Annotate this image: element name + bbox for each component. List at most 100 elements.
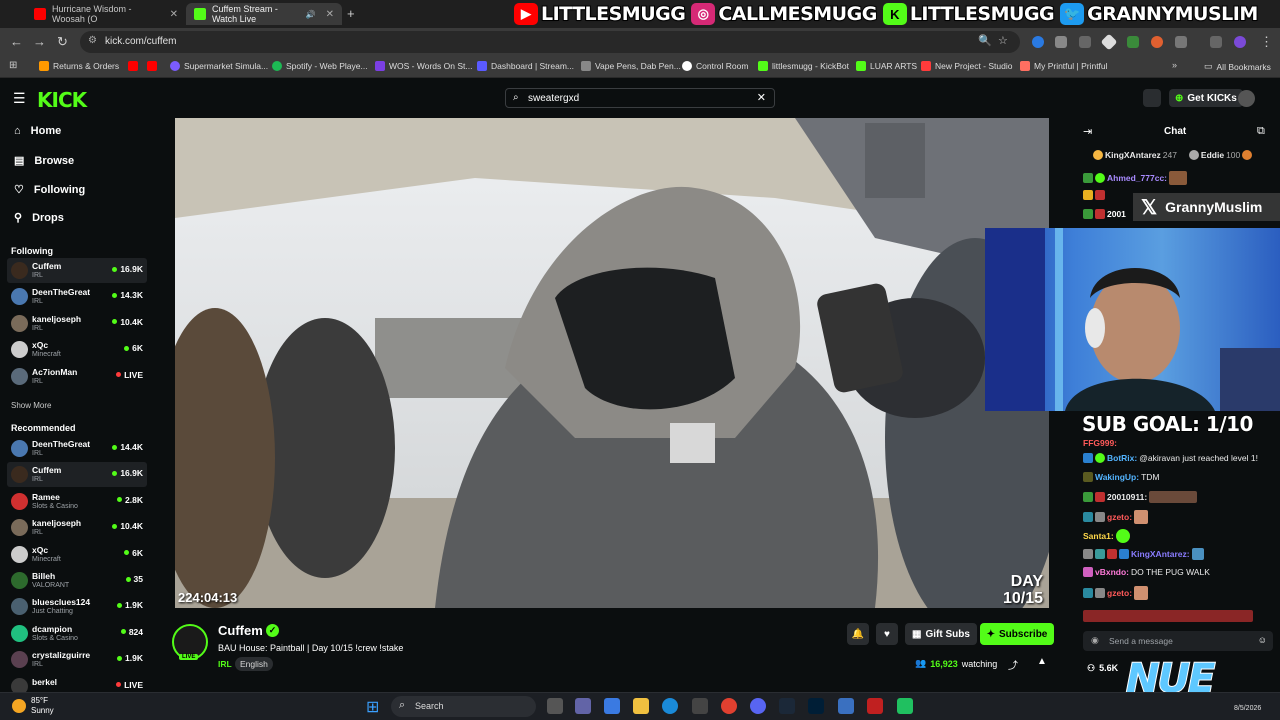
bookmark-item[interactable]: WOS - Words On St... bbox=[375, 61, 472, 71]
new-tab-button[interactable]: + bbox=[347, 6, 355, 21]
chat-username[interactable]: gzeto: bbox=[1107, 588, 1132, 598]
sidebar-channel[interactable]: crystalizguirre IRL 1.9K bbox=[7, 647, 147, 672]
sidebar-channel[interactable]: kaneljoseph IRL 10.4K bbox=[7, 311, 147, 336]
gift-subs-button[interactable]: ▦ Gift Subs bbox=[905, 623, 977, 645]
chat-username[interactable]: WakingUp: bbox=[1095, 472, 1139, 482]
streamer-name[interactable]: Cuffem bbox=[218, 623, 263, 638]
apps-grid-icon[interactable]: ⊞ bbox=[9, 60, 17, 71]
photoshop-icon[interactable] bbox=[808, 698, 824, 714]
forward-icon[interactable]: → bbox=[33, 34, 46, 49]
extension-icon[interactable] bbox=[1151, 36, 1163, 48]
sidebar-channel[interactable]: Cuffem IRL 16.9K bbox=[7, 258, 147, 283]
chrome-icon[interactable] bbox=[721, 698, 737, 714]
kick-logo[interactable]: KICK bbox=[37, 88, 87, 112]
sidebar-channel[interactable]: Ac7ionMan IRL LIVE bbox=[7, 364, 147, 389]
more-bookmarks-icon[interactable]: » bbox=[1172, 60, 1177, 70]
extension-icon[interactable] bbox=[1079, 36, 1091, 48]
browser-menu-icon[interactable]: ⋮ bbox=[1260, 34, 1273, 50]
sidebar-channel[interactable]: Ramee Slots & Casino 2.8K bbox=[7, 489, 147, 514]
sidebar-channel[interactable]: xQc Minecraft 6K bbox=[7, 337, 147, 362]
extension-icon[interactable] bbox=[1055, 36, 1067, 48]
show-more-link[interactable]: Show More bbox=[11, 401, 51, 410]
chat-username[interactable]: FFG999: bbox=[1083, 438, 1117, 448]
chat-username[interactable]: BotRix: bbox=[1107, 453, 1137, 463]
chat-settings-icon[interactable]: ◉ bbox=[1091, 635, 1099, 646]
search-input[interactable]: ⌕ sweatergxd ✕ bbox=[505, 88, 775, 108]
extension-icon[interactable] bbox=[1127, 36, 1139, 48]
sidebar-channel[interactable]: DeenTheGreat IRL 14.3K bbox=[7, 284, 147, 309]
extension-icon[interactable] bbox=[1032, 36, 1044, 48]
nav-home[interactable]: ⌂ Home bbox=[14, 125, 61, 137]
get-kicks-button[interactable]: ⊕ Get KICKs bbox=[1169, 89, 1243, 107]
sidebar-channel[interactable]: dcampion Slots & Casino 824 bbox=[7, 621, 147, 646]
zoom-icon[interactable]: 🔍 bbox=[978, 34, 992, 47]
collapse-chat-icon[interactable]: ⇥ bbox=[1083, 125, 1092, 138]
bookmark-item[interactable]: New Project - Studio bbox=[921, 61, 1012, 71]
all-bookmarks-button[interactable]: ▭ All Bookmarks bbox=[1204, 61, 1271, 72]
site-info-icon[interactable]: ⚙ bbox=[88, 35, 97, 46]
subscribe-button[interactable]: ✦ Subscribe bbox=[980, 623, 1054, 645]
theater-mode-icon[interactable] bbox=[1143, 89, 1161, 107]
bookmark-item[interactable]: LUAR ARTS bbox=[856, 61, 917, 71]
weather-widget[interactable]: 85°F Sunny bbox=[12, 696, 54, 716]
copilot-icon[interactable] bbox=[604, 698, 620, 714]
bookmark-item[interactable]: Spotify - Web Playe... bbox=[272, 61, 368, 71]
bookmark-star-icon[interactable]: ☆ bbox=[998, 34, 1008, 47]
stream-language-tag[interactable]: English bbox=[235, 657, 273, 671]
sidebar-channel[interactable]: DeenTheGreat IRL 14.4K bbox=[7, 436, 147, 461]
sidebar-channel[interactable]: Cuffem IRL 16.9K bbox=[7, 462, 147, 488]
browser-tab-cuffem[interactable]: Cuffem Stream - Watch Live 🔊 ✕ bbox=[186, 3, 342, 25]
video-player[interactable] bbox=[175, 118, 1049, 608]
nav-following[interactable]: ♡ Following bbox=[14, 183, 85, 197]
notification-bell-button[interactable]: 🔔 bbox=[847, 623, 869, 645]
reload-icon[interactable]: ↻ bbox=[57, 34, 68, 50]
steam-icon[interactable] bbox=[779, 698, 795, 714]
nav-drops[interactable]: ⚲ Drops bbox=[14, 211, 64, 225]
hamburger-menu-icon[interactable]: ☰ bbox=[13, 90, 26, 107]
bookmark-item[interactable]: littlesmugg - KickBot bbox=[758, 61, 849, 71]
bookmark-item[interactable]: Supermarket Simula... bbox=[170, 61, 268, 71]
bookmark-item[interactable]: Vape Pens, Dab Pen... bbox=[581, 61, 681, 71]
file-explorer-icon[interactable] bbox=[633, 698, 649, 714]
chat-username[interactable]: 20010911: bbox=[1107, 492, 1147, 502]
sidebar-channel[interactable]: xQc Minecraft 6K bbox=[7, 542, 147, 567]
bookmark-item[interactable]: Dashboard | Stream... bbox=[477, 61, 574, 71]
chat-username[interactable]: gzeto: bbox=[1107, 512, 1132, 522]
emoji-icon[interactable]: ☺ bbox=[1258, 635, 1267, 645]
app-icon[interactable] bbox=[897, 698, 913, 714]
discord-icon[interactable] bbox=[750, 698, 766, 714]
bookmark-item[interactable] bbox=[128, 61, 138, 71]
close-tab-icon[interactable]: ✕ bbox=[170, 9, 178, 20]
taskbar-search[interactable]: ⌕ Search bbox=[391, 696, 536, 717]
bookmark-item[interactable] bbox=[147, 61, 157, 71]
report-icon[interactable]: ▲ bbox=[1037, 656, 1047, 667]
sidebar-channel[interactable]: kaneljoseph IRL 10.4K bbox=[7, 515, 147, 540]
profile-avatar[interactable] bbox=[1234, 36, 1246, 48]
chat-username[interactable]: vBxndo: bbox=[1095, 567, 1129, 577]
user-avatar[interactable] bbox=[1238, 90, 1255, 107]
chat-username[interactable]: Ahmed_777cc: bbox=[1107, 173, 1167, 183]
sidebar-channel[interactable]: bluesclues124 Just Chatting 1.9K bbox=[7, 594, 147, 619]
bookmark-item[interactable]: Control Room bbox=[682, 61, 748, 71]
close-tab-icon[interactable]: ✕ bbox=[326, 9, 334, 20]
gifter-name[interactable]: KingXAntarez bbox=[1105, 150, 1161, 160]
back-icon[interactable]: ← bbox=[10, 34, 23, 49]
edge-icon[interactable] bbox=[662, 698, 678, 714]
bookmark-item[interactable]: My Printful | Printful bbox=[1020, 61, 1108, 71]
popout-chat-icon[interactable]: ⧉ bbox=[1257, 125, 1265, 138]
notepad-icon[interactable] bbox=[838, 698, 854, 714]
app-icon[interactable] bbox=[867, 698, 883, 714]
reading-list-icon[interactable] bbox=[1210, 36, 1222, 48]
store-icon[interactable] bbox=[692, 698, 708, 714]
task-view-icon[interactable] bbox=[547, 698, 563, 714]
url-bar[interactable]: ⚙ kick.com/cuffem 🔍 ☆ bbox=[80, 31, 1020, 53]
stream-category[interactable]: IRL bbox=[218, 659, 232, 669]
sidebar-channel[interactable]: Billeh VALORANT 35 bbox=[7, 568, 147, 593]
extensions-puzzle-icon[interactable] bbox=[1175, 36, 1187, 48]
follow-button[interactable]: ♥ bbox=[876, 623, 898, 645]
teams-icon[interactable] bbox=[575, 698, 591, 714]
chat-username[interactable]: Santa1: bbox=[1083, 531, 1114, 541]
gifter-name[interactable]: Eddie bbox=[1201, 150, 1224, 160]
chat-username[interactable]: KingXAntarez: bbox=[1131, 549, 1190, 559]
extension-icon[interactable] bbox=[1100, 33, 1118, 51]
